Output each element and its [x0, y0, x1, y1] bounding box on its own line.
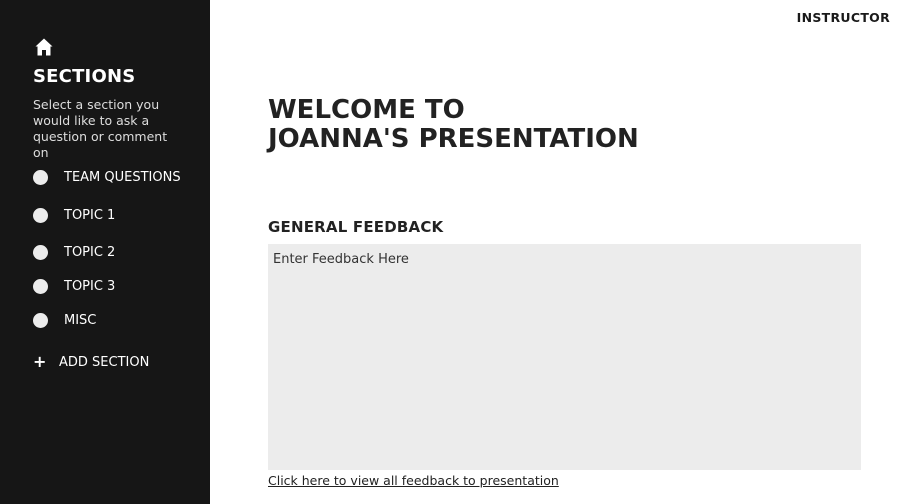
- section-item-topic-3[interactable]: TOPIC 3: [33, 276, 115, 296]
- section-item-misc[interactable]: MISC: [33, 310, 96, 330]
- feedback-input[interactable]: [268, 244, 861, 470]
- section-item-label: TOPIC 3: [64, 278, 116, 294]
- section-item-label: TOPIC 1: [64, 207, 116, 223]
- section-item-label: TOPIC 2: [64, 244, 116, 260]
- add-section-button[interactable]: + ADD SECTION: [33, 352, 149, 372]
- home-icon[interactable]: [34, 37, 54, 57]
- radio-button[interactable]: [33, 278, 48, 294]
- section-item-topic-1[interactable]: TOPIC 1: [33, 205, 115, 225]
- add-section-label: ADD SECTION: [59, 354, 150, 370]
- radio-button[interactable]: [33, 244, 48, 260]
- page-title: WELCOME TO JOANNA'S PRESENTATION: [268, 96, 639, 154]
- instructor-label[interactable]: INSTRUCTOR: [797, 10, 890, 25]
- section-item-label: TEAM QUESTIONS: [64, 169, 181, 185]
- page-title-line-2: JOANNA'S PRESENTATION: [268, 124, 639, 154]
- section-item-label: MISC: [64, 312, 97, 328]
- radio-button[interactable]: [33, 207, 48, 223]
- section-item-team-questions[interactable]: TEAM QUESTIONS: [33, 167, 181, 187]
- section-item-topic-2[interactable]: TOPIC 2: [33, 242, 115, 262]
- radio-button[interactable]: [33, 312, 48, 328]
- page-title-line-1: WELCOME TO: [268, 95, 465, 125]
- radio-button[interactable]: [33, 169, 48, 185]
- sidebar: SECTIONS Select a section you would like…: [0, 0, 210, 504]
- sections-title: SECTIONS: [33, 66, 136, 87]
- general-feedback-heading: GENERAL FEEDBACK: [268, 218, 444, 236]
- view-all-feedback-link[interactable]: Click here to view all feedback to prese…: [268, 473, 559, 488]
- sections-description: Select a section you would like to ask a…: [33, 97, 168, 160]
- plus-icon: +: [33, 352, 47, 371]
